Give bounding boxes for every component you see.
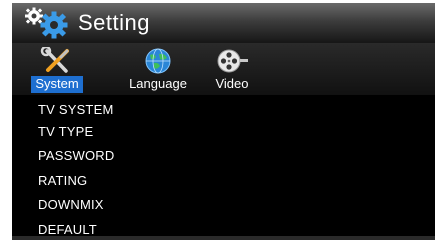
- tab-bar: System Language Video: [12, 43, 435, 95]
- globe-icon: [145, 48, 171, 74]
- menu-item-downmix[interactable]: DOWNMIX: [38, 197, 104, 213]
- tab-video[interactable]: Video: [210, 47, 254, 93]
- tab-video-label: Video: [215, 76, 249, 91]
- menu-item-password[interactable]: PASSWORD: [38, 148, 114, 164]
- tools-icon: [40, 47, 69, 73]
- menu-item-rating[interactable]: RATING: [38, 173, 87, 189]
- page-title: Setting: [78, 10, 150, 35]
- tab-language-label: Language: [129, 76, 187, 91]
- tab-system[interactable]: System: [26, 47, 88, 93]
- menu-item-tv-system[interactable]: TV SYSTEM: [38, 102, 113, 118]
- settings-panel: Setting System Language Video TV SYSTEM …: [12, 3, 435, 240]
- menu-item-tv-type[interactable]: TV TYPE: [38, 124, 93, 140]
- bottom-bar: [12, 236, 435, 240]
- tab-language[interactable]: Language: [118, 47, 198, 93]
- tab-system-label: System: [31, 76, 83, 93]
- gears-icon: [25, 7, 68, 39]
- screen: Setting System Language Video TV SYSTEM …: [0, 0, 447, 244]
- header-bar: Setting: [12, 3, 435, 43]
- film-reel-icon: [217, 49, 248, 73]
